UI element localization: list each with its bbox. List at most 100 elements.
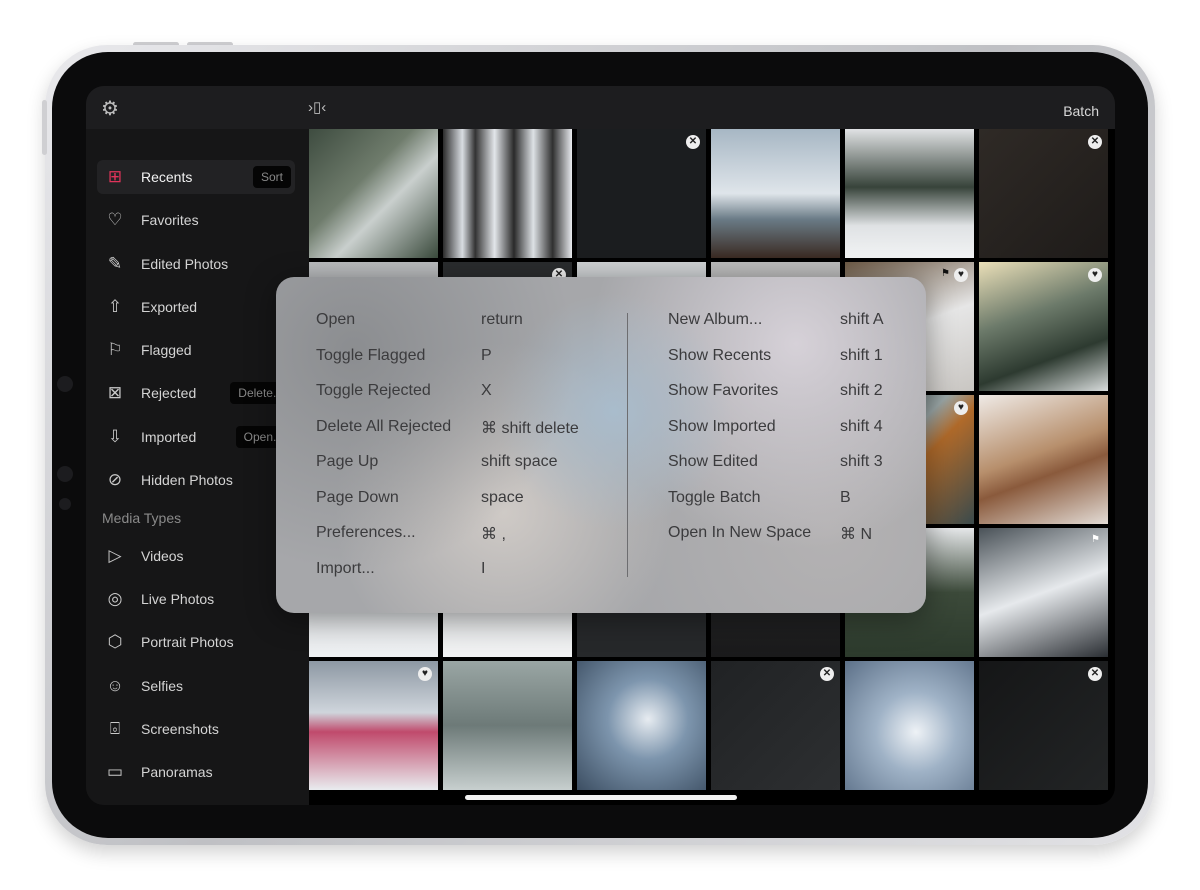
photo-thumbnail[interactable]: ♥ <box>979 262 1108 391</box>
flag-icon: ⚑ <box>1091 534 1100 545</box>
sidebar-item-portrait-photos[interactable]: ⬡ Portrait Photos <box>97 625 295 659</box>
photo-thumbnail[interactable] <box>309 129 438 258</box>
photo-thumbnail[interactable]: ✕ <box>711 661 840 790</box>
photo-thumbnail[interactable] <box>443 129 572 258</box>
flag-icon: ⚑ <box>941 268 950 279</box>
keyboard-shortcuts-overlay: Open return Toggle Flagged P Toggle Rejected… <box>276 277 926 613</box>
sidebar-item-label: Edited Photos <box>141 256 229 272</box>
shortcut-keys: space <box>481 488 524 506</box>
sidebar-item-label: Imported <box>141 429 197 445</box>
reject-icon[interactable]: ✕ <box>686 135 700 149</box>
sidebar-item-label: Exported <box>141 299 198 315</box>
heart-icon[interactable]: ♥ <box>954 268 968 282</box>
sidebar-item-rejected[interactable]: ⊠ Rejected Delete... <box>97 376 295 410</box>
side-button <box>42 100 47 155</box>
sidebar-item-edited-photos[interactable]: ✎ Edited Photos <box>97 247 295 281</box>
home-indicator[interactable] <box>465 795 737 800</box>
photo-thumbnail[interactable]: ♥ <box>309 661 438 790</box>
grid-icon: ⊞ <box>107 167 123 186</box>
play-circle-icon: ▷ <box>108 546 122 565</box>
sort-button[interactable]: Sort <box>252 166 291 188</box>
camera-sensor-2 <box>59 498 71 510</box>
camera-sensor <box>57 466 73 482</box>
sidebar-item-label: Flagged <box>141 342 192 358</box>
shortcut-action: Show Favorites <box>668 382 779 399</box>
photo-thumbnail[interactable]: ✕ <box>577 129 706 258</box>
cube-icon: ⬡ <box>107 632 123 651</box>
photo-thumbnail[interactable] <box>845 661 974 790</box>
shortcut-keys: return <box>481 311 523 328</box>
shortcut-action: Show Edited <box>668 453 758 470</box>
app-screen: ⚙ ›▯‹ Batch ⊞ Recents Sort ♡ Favorites ✎ Edite… <box>86 86 1115 805</box>
heart-icon[interactable]: ♥ <box>954 401 968 415</box>
shortcut-keys: B <box>840 488 851 506</box>
sidebar-item-label: Panoramas <box>141 764 213 780</box>
reject-icon[interactable]: ✕ <box>820 667 834 681</box>
shortcut-action: Toggle Flagged <box>316 346 426 364</box>
reject-icon: ⊠ <box>107 383 123 402</box>
sidebar-item-exported[interactable]: ⇧ Exported <box>97 290 295 324</box>
sidebar-item-live-photos[interactable]: ◎ Live Photos <box>97 582 295 616</box>
sidebar-item-selfies[interactable]: ☺ Selfies <box>97 669 295 703</box>
screenshot-icon: ⌻ <box>109 719 121 738</box>
shortcut-keys: I <box>481 559 486 577</box>
shortcut-keys: shift 3 <box>840 453 883 470</box>
shortcut-keys: shift A <box>840 311 884 328</box>
heart-icon[interactable]: ♥ <box>418 667 432 681</box>
media-types-header: Media Types <box>102 510 182 526</box>
shortcut-keys: shift 1 <box>840 346 883 364</box>
sidebar-item-screenshots[interactable]: ⌻ Screenshots <box>97 712 295 746</box>
shortcut-action: Show Imported <box>668 417 776 435</box>
download-icon: ⇩ <box>107 427 123 446</box>
sidebar-item-label: Hidden Photos <box>141 472 233 488</box>
photo-thumbnail[interactable]: ✕ <box>979 129 1108 258</box>
top-bar: ⚙ ›▯‹ Batch <box>86 86 1115 129</box>
pencil-icon: ✎ <box>107 254 123 273</box>
shortcut-action: Preferences... <box>316 524 416 541</box>
photo-thumbnail[interactable]: ⚑ <box>979 528 1108 657</box>
batch-button[interactable]: Batch <box>1063 103 1099 119</box>
panorama-icon: ▭ <box>106 762 124 781</box>
photo-thumbnail[interactable] <box>711 129 840 258</box>
sidebar-item-imported[interactable]: ⇩ Imported Open... <box>97 420 295 454</box>
sidebar-item-favorites[interactable]: ♡ Favorites <box>97 203 295 237</box>
sidebar-item-label: Rejected <box>141 385 197 401</box>
sidebar-item-label: Recents <box>141 169 193 185</box>
selfie-icon: ☺ <box>106 676 124 695</box>
sidebar-item-panoramas[interactable]: ▭ Panoramas <box>97 755 295 789</box>
shortcut-keys: ⌘ , <box>481 526 506 543</box>
reject-icon[interactable]: ✕ <box>1088 135 1102 149</box>
sidebar-item-label: Live Photos <box>141 591 215 607</box>
shortcut-action: Delete All Rejected <box>316 417 452 435</box>
sidebar-item-hidden-photos[interactable]: ⊘ Hidden Photos <box>97 463 295 497</box>
shortcut-keys: ⌘ shift delete <box>481 419 579 437</box>
shortcut-keys: shift 2 <box>840 382 883 399</box>
sidebar-item-label: Videos <box>141 548 184 564</box>
reject-icon[interactable]: ✕ <box>1088 667 1102 681</box>
phone-vibrate-icon[interactable]: ›▯‹ <box>308 98 326 116</box>
shortcut-action: New Album... <box>668 311 763 328</box>
shortcut-keys: X <box>481 382 492 399</box>
photo-thumbnail[interactable] <box>443 661 572 790</box>
shortcut-action: Toggle Batch <box>668 488 761 506</box>
shortcut-keys: ⌘ N <box>840 526 872 543</box>
sidebar-item-label: Favorites <box>141 212 199 228</box>
heart-icon[interactable]: ♥ <box>1088 268 1102 282</box>
sidebar-item-videos[interactable]: ▷ Videos <box>97 539 295 573</box>
shortcut-action: Toggle Rejected <box>316 382 431 399</box>
sidebar-item-flagged[interactable]: ⚐ Flagged <box>97 333 295 367</box>
sidebar-item-label: Selfies <box>141 678 184 694</box>
sidebar-item-recents[interactable]: ⊞ Recents Sort <box>97 160 295 194</box>
shortcut-keys: shift space <box>481 453 558 470</box>
gear-icon[interactable]: ⚙ <box>101 96 119 121</box>
shortcut-keys: P <box>481 346 492 364</box>
heart-icon: ♡ <box>107 210 123 229</box>
photo-thumbnail[interactable] <box>845 129 974 258</box>
shortcut-action: Show Recents <box>668 346 772 364</box>
shortcut-action: Import... <box>316 559 375 577</box>
camera <box>57 376 73 392</box>
photo-thumbnail[interactable] <box>979 395 1108 524</box>
photo-thumbnail[interactable] <box>577 661 706 790</box>
photo-thumbnail[interactable]: ✕ <box>979 661 1108 790</box>
eye-slash-icon: ⊘ <box>107 470 123 489</box>
